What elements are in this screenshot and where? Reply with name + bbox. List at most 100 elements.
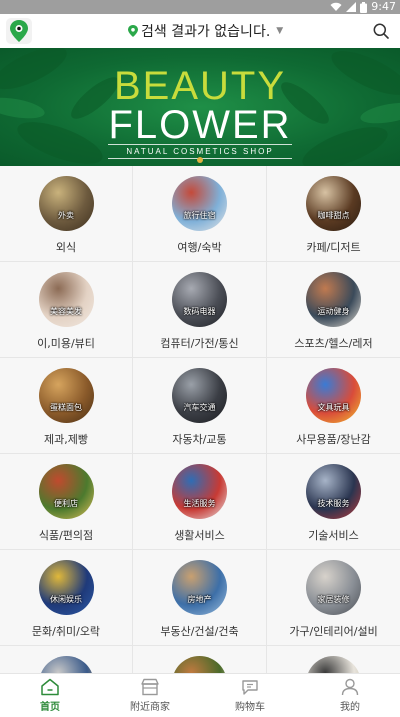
category-label: 생활서비스 <box>174 529 225 542</box>
tab-label: 购物车 <box>235 702 265 713</box>
category-badge: 运动健身 <box>317 307 350 316</box>
category-cell[interactable] <box>133 646 266 673</box>
category-label: 부동산/건설/건축 <box>160 625 239 638</box>
category-image: 房地产 <box>172 560 227 615</box>
category-image: 咖啡甜点 <box>306 176 361 231</box>
category-image: 便利店 <box>38 464 94 519</box>
banner-title-line1: BEAUTY <box>113 64 287 108</box>
status-time: 9:47 <box>371 0 396 13</box>
category-image: 技术服务 <box>306 464 361 519</box>
carousel-indicator[interactable] <box>197 157 203 163</box>
caret-down-icon: ▼ <box>276 26 284 36</box>
banner-divider-top <box>108 144 292 145</box>
category-label: 식품/편의점 <box>38 529 94 542</box>
category-image <box>38 656 94 673</box>
category-cell[interactable]: 生活服务 생활서비스 <box>133 454 266 549</box>
promo-banner[interactable]: BEAUTY FLOWER NATUAL COSMETICS SHOP <box>0 48 400 166</box>
location-selector[interactable]: 검색 결과가 없습니다. ▼ <box>128 14 283 48</box>
category-cell[interactable]: 外卖 외식 <box>0 166 132 261</box>
category-image: 生活服务 <box>172 464 227 519</box>
category-badge: 旅行住宿 <box>183 211 216 220</box>
category-label: 스포츠/헬스/레저 <box>294 337 373 350</box>
location-pin-icon <box>128 25 138 37</box>
banner-subtitle: NATUAL COSMETICS SHOP <box>126 147 274 156</box>
location-text: 검색 결과가 없습니다. <box>141 24 271 40</box>
category-grid: 外卖 외식 旅行住宿 여행/숙박 咖啡甜点 카페/디저트 美容美发 이,미용/뷰티 数码… <box>0 166 400 673</box>
battery-icon <box>360 1 368 13</box>
category-label: 문화/취미/오락 <box>31 625 101 638</box>
category-badge: 房地产 <box>187 595 212 604</box>
category-cell[interactable]: 美容美发 이,미용/뷰티 <box>0 262 132 357</box>
banner-title-line2: FLOWER <box>108 103 292 147</box>
category-cell[interactable]: 汽车交通 자동차/교통 <box>133 358 266 453</box>
category-badge: 家居装修 <box>317 595 350 604</box>
category-label: 카페/디저트 <box>306 241 361 254</box>
category-image: 旅行住宿 <box>172 176 227 231</box>
category-cell[interactable] <box>267 646 400 673</box>
category-badge: 汽车交通 <box>183 403 216 412</box>
category-badge: 生活服务 <box>183 499 216 508</box>
category-label: 컴퓨터/가전/통신 <box>160 337 239 350</box>
category-label: 여행/숙박 <box>177 241 222 254</box>
home-icon <box>41 678 59 696</box>
category-cell[interactable]: 文具玩具 사무용품/장난감 <box>267 358 400 453</box>
search-button[interactable] <box>368 18 394 44</box>
category-cell[interactable] <box>0 646 132 673</box>
category-cell[interactable]: 咖啡甜点 카페/디저트 <box>267 166 400 261</box>
category-image: 休闲娱乐 <box>38 560 94 615</box>
category-image: 蛋糕面包 <box>38 368 94 423</box>
app-header: 검색 결과가 없습니다. ▼ <box>0 14 400 48</box>
tab-label: 首页 <box>40 702 60 713</box>
category-badge: 文具玩具 <box>317 403 350 412</box>
category-image: 美容美发 <box>38 272 94 327</box>
category-label: 이,미용/뷰티 <box>37 337 95 350</box>
category-cell[interactable]: 蛋糕面包 제과,제빵 <box>0 358 132 453</box>
status-icons: 9:47 <box>330 0 396 14</box>
category-image: 外卖 <box>38 176 94 231</box>
category-image <box>306 656 361 673</box>
category-cell[interactable]: 房地产 부동산/건설/건축 <box>133 550 266 645</box>
category-label: 가구/인테리어/설비 <box>289 625 378 638</box>
category-badge: 技术服务 <box>317 499 350 508</box>
category-cell[interactable]: 技术服务 기술서비스 <box>267 454 400 549</box>
category-cell[interactable]: 便利店 식품/편의점 <box>0 454 132 549</box>
category-cell[interactable]: 休闲娱乐 문화/취미/오락 <box>0 550 132 645</box>
category-cell[interactable]: 旅行住宿 여행/숙박 <box>133 166 266 261</box>
category-badge: 外卖 <box>58 211 74 220</box>
tab-cart[interactable]: 购物车 <box>200 674 300 717</box>
signal-icon <box>346 2 357 12</box>
category-badge: 美容美发 <box>50 307 82 316</box>
tab-home[interactable]: 首页 <box>0 674 100 717</box>
category-cell[interactable]: 家居装修 가구/인테리어/설비 <box>267 550 400 645</box>
user-icon <box>341 678 359 696</box>
category-image: 数码电器 <box>172 272 227 327</box>
tab-nearby-stores[interactable]: 附近商家 <box>100 674 200 717</box>
category-cell[interactable]: 数码电器 컴퓨터/가전/통신 <box>133 262 266 357</box>
tab-label: 我的 <box>340 702 360 713</box>
store-icon <box>141 678 159 696</box>
tab-label: 附近商家 <box>130 702 170 713</box>
category-label: 사무용품/장난감 <box>296 433 371 446</box>
category-label: 제과,제빵 <box>44 433 88 446</box>
category-image <box>172 656 227 673</box>
category-badge: 便利店 <box>54 499 78 508</box>
search-icon <box>373 23 389 39</box>
category-image: 运动健身 <box>306 272 361 327</box>
category-label: 외식 <box>55 241 77 254</box>
status-bar: 9:47 <box>0 0 400 14</box>
category-cell[interactable]: 运动健身 스포츠/헬스/레저 <box>267 262 400 357</box>
category-image: 文具玩具 <box>306 368 361 423</box>
category-badge: 数码电器 <box>183 307 216 316</box>
map-pin-logo-icon[interactable] <box>6 18 32 44</box>
category-image: 家居装修 <box>306 560 361 615</box>
category-label: 자동차/교통 <box>172 433 227 446</box>
tab-profile[interactable]: 我的 <box>300 674 400 717</box>
category-badge: 咖啡甜点 <box>317 211 350 220</box>
wifi-icon <box>330 2 342 11</box>
category-image: 汽车交通 <box>172 368 227 423</box>
bottom-tab-bar: 首页 附近商家 购物车 我的 <box>0 673 400 717</box>
cart-chat-icon <box>242 680 258 695</box>
category-badge: 蛋糕面包 <box>50 403 82 412</box>
category-label: 기술서비스 <box>308 529 359 542</box>
category-badge: 休闲娱乐 <box>50 595 82 604</box>
